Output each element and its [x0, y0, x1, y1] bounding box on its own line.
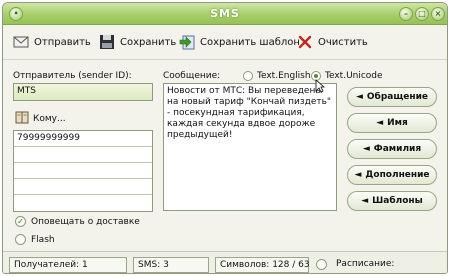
floppy-disk-icon: [99, 34, 115, 50]
delivery-report-label: Оповещать о доставке: [31, 217, 140, 227]
flash-label: Flash: [31, 235, 55, 245]
minimize-icon[interactable]: –: [399, 7, 413, 21]
sender-label: Отправитель (sender ID):: [13, 71, 132, 81]
address-button-label: Обращение: [366, 92, 429, 102]
schedule-label: Расписание:: [336, 259, 395, 269]
templates-button-label: Шаблоны: [372, 196, 423, 206]
arrow-left-icon: ◄: [355, 92, 363, 102]
english-radio[interactable]: [243, 71, 253, 81]
recipients-count: Получателей: 1: [9, 257, 127, 273]
schedule-checkbox[interactable]: [316, 259, 327, 270]
save-template-icon: [179, 34, 195, 50]
delivery-report-checkbox[interactable]: ✓: [15, 216, 26, 227]
message-label: Сообщение:: [163, 71, 221, 81]
sms-count: SMS: 3: [133, 257, 209, 273]
address-button[interactable]: ◄ Обращение: [347, 87, 437, 107]
symbols-count: Символов: 128 / 63: [215, 257, 310, 273]
name-button-label: Имя: [387, 118, 408, 128]
clear-button[interactable]: Очистить: [297, 33, 368, 51]
recipients-button[interactable]: Кому...: [15, 111, 66, 127]
templates-button[interactable]: ◄ Шаблоны: [347, 191, 437, 211]
recipients-button-label: Кому...: [33, 114, 66, 124]
save-label: Сохранить: [120, 36, 177, 48]
recipient-row[interactable]: 79999999999: [14, 131, 152, 147]
save-template-button[interactable]: Сохранить шаблон: [179, 33, 300, 51]
recipient-row[interactable]: [14, 147, 152, 163]
mouse-cursor-icon: [315, 79, 325, 93]
title-bar[interactable]: • SMS – □ ×: [3, 3, 447, 25]
unicode-radio-label: Text.Unicode: [325, 71, 383, 81]
send-icon: [13, 34, 29, 50]
addition-button-label: Дополнение: [365, 170, 430, 180]
clear-label: Очистить: [318, 36, 368, 48]
window-title: SMS: [210, 7, 240, 20]
flash-checkbox[interactable]: [15, 234, 26, 245]
recipient-row[interactable]: [14, 163, 152, 179]
english-radio-label: Text.English: [257, 71, 311, 81]
status-bar: Получателей: 1 SMS: 3 Символов: 128 / 63…: [3, 251, 447, 273]
maximize-icon[interactable]: □: [415, 7, 429, 21]
toolbar: Отправить Сохранить Сохранить шаблон Очи…: [3, 26, 447, 60]
recipient-row[interactable]: [14, 179, 152, 195]
arrow-left-icon: ◄: [376, 118, 384, 128]
send-label: Отправить: [34, 36, 91, 48]
surname-button[interactable]: ◄ Фамилия: [347, 139, 437, 159]
addition-button[interactable]: ◄ Дополнение: [347, 165, 437, 185]
sender-id-field[interactable]: MTS: [13, 83, 153, 101]
recipients-list[interactable]: 79999999999: [13, 130, 153, 212]
arrow-left-icon: ◄: [361, 196, 369, 206]
save-button[interactable]: Сохранить: [99, 33, 176, 51]
arrow-left-icon: ◄: [362, 144, 370, 154]
send-button[interactable]: Отправить: [13, 33, 91, 51]
surname-button-label: Фамилия: [373, 144, 422, 154]
close-icon[interactable]: ×: [431, 7, 445, 21]
message-textarea[interactable]: Новости от МТС: Вы переведены на новый т…: [163, 83, 337, 211]
sms-window: • SMS – □ × Отправить Сохранить Сохранит…: [2, 2, 448, 274]
address-book-icon: [15, 111, 29, 127]
clear-x-icon: [297, 34, 313, 50]
save-template-label: Сохранить шаблон: [200, 36, 300, 48]
arrow-left-icon: ◄: [354, 170, 362, 180]
name-button[interactable]: ◄ Имя: [347, 113, 437, 133]
